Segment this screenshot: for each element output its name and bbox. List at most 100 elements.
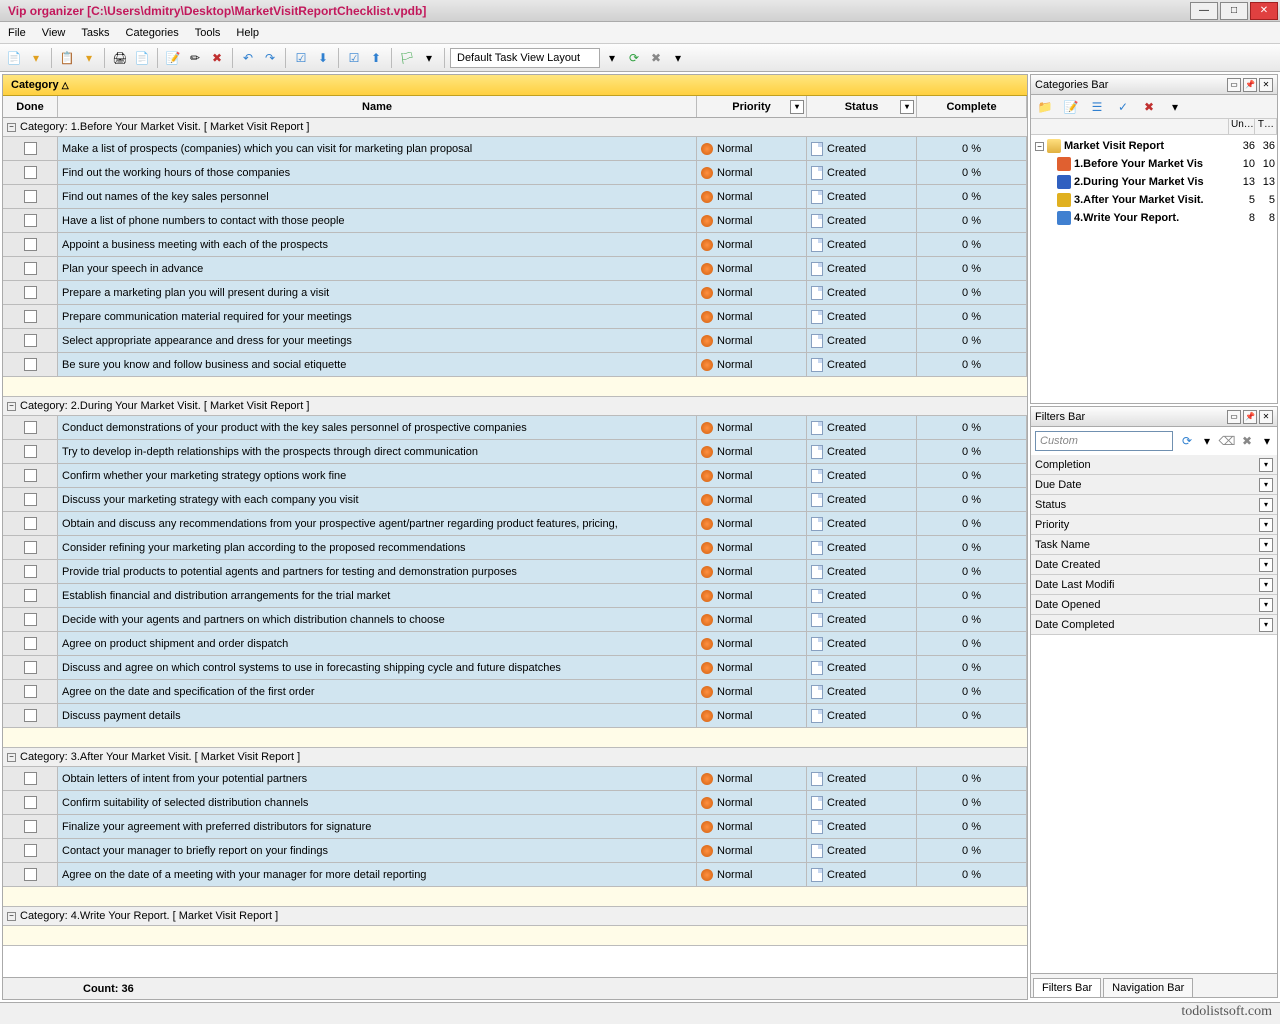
filter-dropdown-icon[interactable]: ▾: [1259, 458, 1273, 472]
task-row[interactable]: Conduct demonstrations of your product w…: [3, 416, 1027, 440]
filter-apply-icon[interactable]: ⟳: [1177, 431, 1197, 451]
done-checkbox[interactable]: [24, 493, 37, 506]
task-row[interactable]: Appoint a business meeting with each of …: [3, 233, 1027, 257]
task-row[interactable]: Find out the working hours of those comp…: [3, 161, 1027, 185]
col-status[interactable]: Status▾: [807, 96, 917, 117]
task-row[interactable]: Discuss payment detailsNormalCreated0 %: [3, 704, 1027, 728]
filter-row[interactable]: Due Date▾: [1031, 475, 1277, 495]
filter-clear-icon[interactable]: ⌫: [1217, 431, 1237, 451]
priority-filter-icon[interactable]: ▾: [790, 100, 804, 114]
done-checkbox[interactable]: [24, 796, 37, 809]
task-row[interactable]: Agree on the date of a meeting with your…: [3, 863, 1027, 887]
task-row[interactable]: Finalize your agreement with preferred d…: [3, 815, 1027, 839]
group-header[interactable]: Category △: [3, 75, 1027, 96]
filter-dropdown-icon[interactable]: ▾: [1259, 578, 1273, 592]
col-complete[interactable]: Complete: [917, 96, 1027, 117]
filter-dropdown-icon[interactable]: ▾: [1259, 538, 1273, 552]
done-checkbox[interactable]: [24, 445, 37, 458]
tree-item[interactable]: 4.Write Your Report.88: [1033, 209, 1275, 227]
menu-tools[interactable]: Tools: [195, 27, 221, 39]
task-row[interactable]: Plan your speech in advanceNormalCreated…: [3, 257, 1027, 281]
task-row[interactable]: Contact your manager to briefly report o…: [3, 839, 1027, 863]
flag-icon[interactable]: 🏳: [397, 48, 417, 68]
done-checkbox[interactable]: [24, 358, 37, 371]
filter-row[interactable]: Date Completed▾: [1031, 615, 1277, 635]
filter-dropdown-icon[interactable]: ▾: [1259, 498, 1273, 512]
done-checkbox[interactable]: [24, 661, 37, 674]
panel-pin-icon[interactable]: 📌: [1243, 78, 1257, 92]
tree-root[interactable]: −Market Visit Report3636: [1033, 137, 1275, 155]
filter-dropdown-icon[interactable]: ▾: [1259, 478, 1273, 492]
panel-close-icon[interactable]: ✕: [1259, 410, 1273, 424]
task-row[interactable]: Select appropriate appearance and dress …: [3, 329, 1027, 353]
filter-row[interactable]: Date Opened▾: [1031, 595, 1277, 615]
filter-dropdown-icon[interactable]: ▾: [1259, 598, 1273, 612]
filter-row[interactable]: Status▾: [1031, 495, 1277, 515]
panel-close-icon[interactable]: ✕: [1259, 78, 1273, 92]
layout-selector[interactable]: Default Task View Layout: [450, 48, 600, 68]
cat-new-icon[interactable]: 📁: [1035, 97, 1055, 117]
task-row[interactable]: Agree on product shipment and order disp…: [3, 632, 1027, 656]
new-task-arrow-icon[interactable]: ▾: [79, 48, 99, 68]
task-row[interactable]: Prepare a marketing plan you will presen…: [3, 281, 1027, 305]
task-row[interactable]: Establish financial and distribution arr…: [3, 584, 1027, 608]
done-checkbox[interactable]: [24, 709, 37, 722]
filter-dropdown-icon[interactable]: ▾: [1259, 518, 1273, 532]
done-checkbox[interactable]: [24, 421, 37, 434]
category-row[interactable]: −Category: 2.During Your Market Visit. […: [3, 397, 1027, 416]
cat-more-icon[interactable]: ▾: [1165, 97, 1185, 117]
done-checkbox[interactable]: [24, 286, 37, 299]
tree-item[interactable]: 2.During Your Market Vis1313: [1033, 173, 1275, 191]
cat-check-icon[interactable]: ✓: [1113, 97, 1133, 117]
task-row[interactable]: Confirm whether your marketing strategy …: [3, 464, 1027, 488]
task-row[interactable]: Find out names of the key sales personne…: [3, 185, 1027, 209]
done-checkbox[interactable]: [24, 166, 37, 179]
done-checkbox[interactable]: [24, 334, 37, 347]
redo-icon[interactable]: ↷: [260, 48, 280, 68]
menu-file[interactable]: File: [8, 27, 26, 39]
filter-delete-icon[interactable]: ✖: [1237, 431, 1257, 451]
filter-more-icon[interactable]: ▾: [1257, 431, 1277, 451]
col-priority[interactable]: Priority▾: [697, 96, 807, 117]
done-checkbox[interactable]: [24, 214, 37, 227]
col-done[interactable]: Done: [3, 96, 58, 117]
panel-pin-icon[interactable]: 📌: [1243, 410, 1257, 424]
collapse-icon[interactable]: −: [7, 123, 16, 132]
task-row[interactable]: Agree on the date and specification of t…: [3, 680, 1027, 704]
task-row[interactable]: Try to develop in-depth relationships wi…: [3, 440, 1027, 464]
collapse-icon[interactable]: −: [7, 753, 16, 762]
task-row[interactable]: Provide trial products to potential agen…: [3, 560, 1027, 584]
cat-list-icon[interactable]: ☰: [1087, 97, 1107, 117]
done-checkbox[interactable]: [24, 541, 37, 554]
tree-item[interactable]: 1.Before Your Market Vis1010: [1033, 155, 1275, 173]
filter-row[interactable]: Date Last Modifi▾: [1031, 575, 1277, 595]
expand-icon[interactable]: −: [1035, 142, 1044, 151]
task-row[interactable]: Discuss and agree on which control syste…: [3, 656, 1027, 680]
task-row[interactable]: Confirm suitability of selected distribu…: [3, 791, 1027, 815]
filter-custom-input[interactable]: Custom: [1035, 431, 1173, 451]
task-row[interactable]: Prepare communication material required …: [3, 305, 1027, 329]
done-checkbox[interactable]: [24, 310, 37, 323]
check-icon[interactable]: ☑: [291, 48, 311, 68]
preview-icon[interactable]: 📄: [132, 48, 152, 68]
filter-row[interactable]: Priority▾: [1031, 515, 1277, 535]
task-row[interactable]: Obtain and discuss any recommendations f…: [3, 512, 1027, 536]
task-row[interactable]: Consider refining your marketing plan ac…: [3, 536, 1027, 560]
filter-arrow-icon[interactable]: ▾: [1197, 431, 1217, 451]
col-name[interactable]: Name: [58, 96, 697, 117]
cat-delete-icon[interactable]: ✖: [1139, 97, 1159, 117]
done-checkbox[interactable]: [24, 190, 37, 203]
menu-categories[interactable]: Categories: [126, 27, 179, 39]
done-checkbox[interactable]: [24, 565, 37, 578]
filter-row[interactable]: Date Created▾: [1031, 555, 1277, 575]
layout-delete-icon[interactable]: ✖: [646, 48, 666, 68]
done-checkbox[interactable]: [24, 469, 37, 482]
edit-icon[interactable]: 📝: [163, 48, 183, 68]
done-checkbox[interactable]: [24, 613, 37, 626]
done-checkbox[interactable]: [24, 589, 37, 602]
new-task-icon[interactable]: 📋: [57, 48, 77, 68]
filter-row[interactable]: Task Name▾: [1031, 535, 1277, 555]
done-checkbox[interactable]: [24, 772, 37, 785]
category-row[interactable]: −Category: 1.Before Your Market Visit. […: [3, 118, 1027, 137]
flag-arrow-icon[interactable]: ▾: [419, 48, 439, 68]
